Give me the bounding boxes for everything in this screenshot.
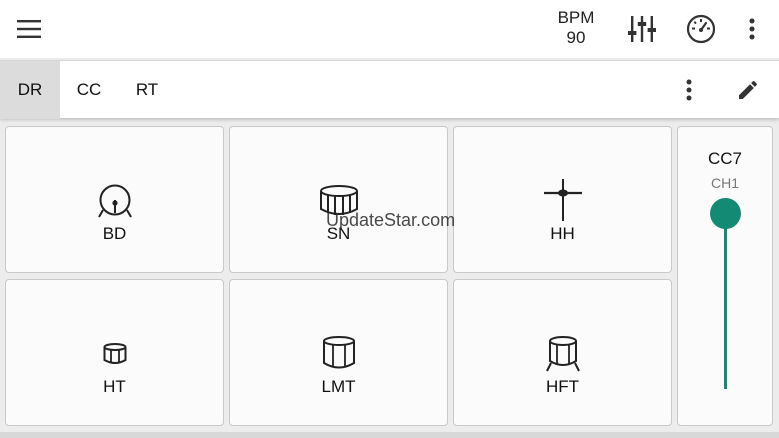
- more-vert-icon: [686, 79, 692, 101]
- tab-rt[interactable]: RT: [118, 61, 176, 119]
- pad-hh[interactable]: HH: [453, 126, 672, 273]
- cc-slider-panel: CC7 CH1: [677, 126, 773, 426]
- high-floor-tom-icon: [545, 336, 580, 372]
- edit-button[interactable]: [730, 72, 766, 108]
- pad-label: HH: [550, 224, 575, 243]
- tab-bar: DR CC RT: [0, 60, 779, 119]
- hi-hat-icon: [543, 179, 582, 221]
- low-mid-tom-icon: [322, 336, 355, 369]
- bpm-label: BPM: [557, 8, 595, 27]
- app-bar: BPM 90: [0, 0, 779, 58]
- tab-overflow-button[interactable]: [671, 72, 707, 108]
- cc-number-label: CC7: [707, 149, 742, 168]
- tab-dr[interactable]: DR: [0, 61, 60, 119]
- appbar-overflow-button[interactable]: [734, 11, 770, 47]
- watermark-text: UpdateStar.com: [326, 210, 456, 230]
- bpm-value: 90: [566, 28, 586, 47]
- tab-cc[interactable]: CC: [60, 61, 118, 119]
- slider-thumb[interactable]: [710, 197, 741, 229]
- menu-button[interactable]: [12, 12, 46, 46]
- pad-hft[interactable]: HFT: [453, 279, 672, 426]
- equalizer-icon: [628, 16, 656, 42]
- slider-track[interactable]: [724, 213, 727, 389]
- pad-label: HFT: [545, 377, 580, 396]
- menu-icon: [17, 20, 41, 38]
- bass-drum-icon: [97, 184, 132, 218]
- pad-ht[interactable]: HT: [5, 279, 224, 426]
- tempo-button[interactable]: [683, 11, 719, 47]
- pad-sn[interactable]: SN: [229, 126, 448, 273]
- mixer-button[interactable]: [624, 11, 660, 47]
- pad-label: LMT: [321, 377, 356, 396]
- pencil-icon: [739, 80, 757, 99]
- bpm-display[interactable]: BPM 90: [548, 8, 604, 48]
- bottom-edge: [0, 432, 779, 438]
- channel-label: CH1: [710, 175, 739, 191]
- pad-label: BD: [102, 224, 127, 243]
- more-vert-icon: [749, 18, 755, 40]
- pad-bd[interactable]: BD: [5, 126, 224, 273]
- pad-label: HT: [103, 377, 126, 396]
- gauge-icon: [686, 14, 716, 44]
- high-tom-icon: [103, 343, 126, 364]
- pad-lmt[interactable]: LMT: [229, 279, 448, 426]
